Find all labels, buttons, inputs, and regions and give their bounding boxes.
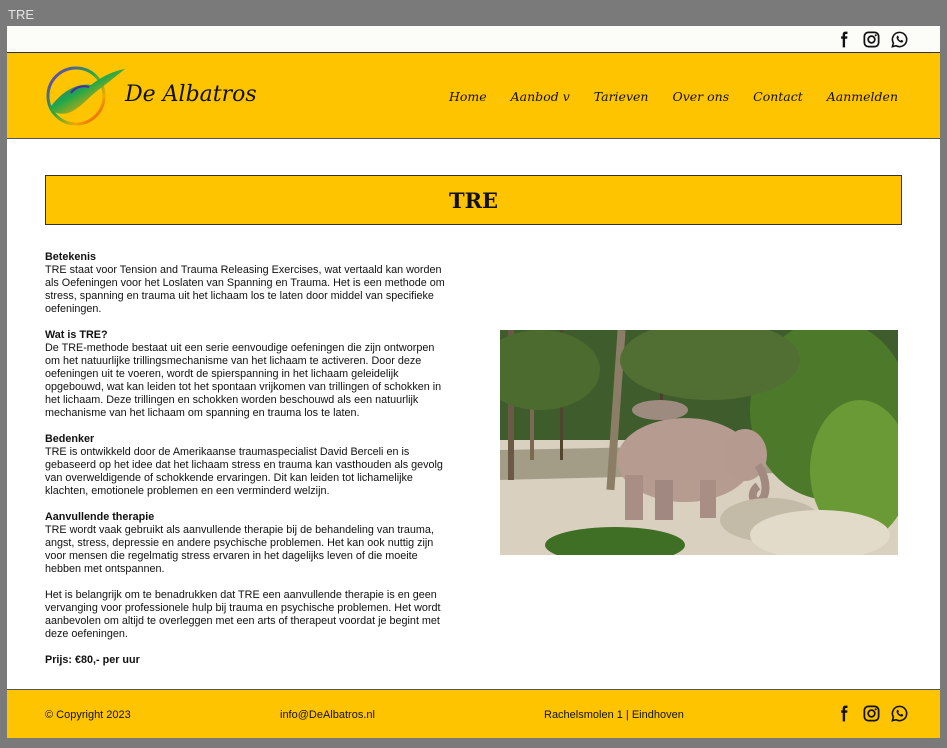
elephant-photo xyxy=(500,330,898,555)
brand-name[interactable]: De Albatros xyxy=(125,82,257,107)
site-header: De Albatros Home Aanbod v Tarieven Over … xyxy=(7,53,940,139)
nav-contact[interactable]: Contact xyxy=(753,89,803,104)
section-body: TRE wordt vaak gebruikt als aanvullende … xyxy=(45,524,434,575)
albatros-logo[interactable] xyxy=(43,63,127,129)
top-bar xyxy=(7,26,940,53)
section-aanvullende-therapie: Aanvullende therapie TRE wordt vaak gebr… xyxy=(45,511,445,576)
section-body: TRE is ontwikkeld door de Amerikaanse tr… xyxy=(45,446,443,497)
section-body: De TRE-methode bestaat uit een serie een… xyxy=(45,342,442,419)
site-footer: © Copyright 2023 info@DeAlbatros.nl Rach… xyxy=(7,689,940,738)
footer-copyright: © Copyright 2023 xyxy=(45,709,131,721)
section-heading: Aanvullende therapie xyxy=(45,511,155,523)
footer-social-links xyxy=(834,704,909,723)
top-social-links xyxy=(834,30,909,49)
section-heading: Bedenker xyxy=(45,433,95,445)
nav-tarieven[interactable]: Tarieven xyxy=(594,89,649,104)
section-heading: Betekenis xyxy=(45,251,97,263)
facebook-icon[interactable] xyxy=(834,30,853,49)
article-content: Betekenis TRE staat voor Tension and Tra… xyxy=(45,251,445,667)
instagram-icon[interactable] xyxy=(862,30,881,49)
section-body: Het is belangrijk om te benadrukken dat … xyxy=(45,589,441,640)
section-bedenker: Bedenker TRE is ontwikkeld door de Ameri… xyxy=(45,433,445,498)
price-label: Prijs: €80,- per uur xyxy=(45,654,140,666)
footer-email[interactable]: info@DeAlbatros.nl xyxy=(280,709,375,721)
whatsapp-icon[interactable] xyxy=(890,30,909,49)
nav-over-ons[interactable]: Over ons xyxy=(672,89,729,104)
nav-aanmelden[interactable]: Aanmelden xyxy=(827,89,898,104)
section-disclaimer: Het is belangrijk om te benadrukken dat … xyxy=(45,589,445,641)
nav-aanbod[interactable]: Aanbod v xyxy=(511,89,570,104)
footer-address: Rachelsmolen 1 | Eindhoven xyxy=(544,709,684,721)
whatsapp-icon[interactable] xyxy=(890,704,909,723)
section-wat-is-tre: Wat is TRE? De TRE-methode bestaat uit e… xyxy=(45,329,445,420)
page-title-banner: TRE xyxy=(45,175,902,225)
section-betekenis: Betekenis TRE staat voor Tension and Tra… xyxy=(45,251,445,316)
window-title: TRE xyxy=(8,7,34,22)
page-title: TRE xyxy=(448,187,499,213)
main-nav: Home Aanbod v Tarieven Over ons Contact … xyxy=(449,89,898,104)
instagram-icon[interactable] xyxy=(862,704,881,723)
section-body: TRE staat voor Tension and Trauma Releas… xyxy=(45,264,445,315)
nav-home[interactable]: Home xyxy=(449,89,487,104)
facebook-icon[interactable] xyxy=(834,704,853,723)
section-heading: Wat is TRE? xyxy=(45,329,108,341)
browser-viewport: De Albatros Home Aanbod v Tarieven Over … xyxy=(7,26,940,738)
